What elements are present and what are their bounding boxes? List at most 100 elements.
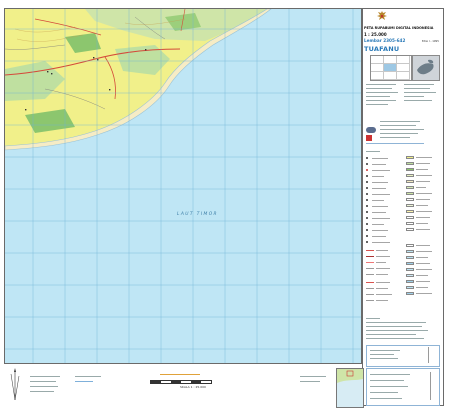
info-line <box>404 84 434 85</box>
reference-line <box>370 350 400 351</box>
legend-swatch <box>406 162 414 165</box>
legend-symbol <box>366 163 368 165</box>
legend-swatch <box>406 268 414 271</box>
legend-swatch <box>406 250 414 253</box>
declination-icon <box>430 372 431 400</box>
info-line <box>366 96 390 97</box>
reference-line <box>370 354 394 355</box>
legend-entry <box>416 287 428 288</box>
map-sheet: LAUT TIMOR PETA RUPABUMI DIGITAL INDONES… <box>0 0 450 411</box>
margin-text-line <box>75 381 93 382</box>
legend-entry <box>372 194 390 195</box>
series-title: PETA RUPABUMI DIGITAL INDONESIA <box>364 26 434 30</box>
legend-entry <box>372 224 384 225</box>
legend-entry <box>416 193 432 194</box>
legend-track-symbol <box>366 294 374 295</box>
legend-entry <box>416 275 428 276</box>
info-line <box>404 100 432 101</box>
legend-swatch <box>406 216 414 219</box>
reference-line <box>370 386 408 387</box>
margin-text-line <box>75 376 101 377</box>
legend-symbol <box>366 229 368 231</box>
scale-title: 1 : 25.000 <box>364 32 387 37</box>
legend-swatch <box>406 168 414 171</box>
legend-entry <box>372 158 388 159</box>
sheet-index-grid <box>370 55 412 81</box>
legend-entry <box>416 181 430 182</box>
legend-heading <box>366 151 380 152</box>
legend-entry <box>416 175 432 176</box>
legend-symbol <box>366 169 368 171</box>
notes-heading <box>366 318 380 319</box>
legend-entry <box>372 218 390 219</box>
main-map[interactable]: LAUT TIMOR <box>4 8 362 364</box>
legend-entry <box>376 294 392 295</box>
legend-entry <box>372 200 384 201</box>
legend-entry <box>372 182 388 183</box>
note-line <box>366 322 426 323</box>
legend-entry <box>372 206 388 207</box>
legend-entry <box>376 256 390 257</box>
legend-swatch <box>406 210 414 213</box>
reference-line <box>370 374 410 375</box>
legend-track-symbol <box>366 268 374 269</box>
legend-swatch <box>406 222 414 225</box>
legend-entry <box>416 245 430 246</box>
legend-entry <box>372 188 386 189</box>
legend-road-symbol <box>366 256 374 257</box>
agency-logo-icon <box>366 127 376 133</box>
legend-entry <box>376 262 386 263</box>
legend-symbol <box>366 157 368 159</box>
legend-swatch <box>406 244 414 247</box>
margin-text-line <box>160 374 200 375</box>
reference-line <box>370 392 398 393</box>
info-line <box>380 133 418 134</box>
info-line <box>404 96 424 97</box>
info-line <box>380 137 410 138</box>
legend-entry <box>372 176 384 177</box>
legend-symbol <box>366 193 368 195</box>
scale-bar <box>150 380 212 384</box>
legend-symbol <box>366 187 368 189</box>
location-inset-map <box>336 368 364 408</box>
legend-entry <box>376 282 390 283</box>
legend-entry <box>372 230 388 231</box>
legend-swatch <box>406 192 414 195</box>
margin-text-line <box>30 391 54 392</box>
legend-swatch <box>406 256 414 259</box>
legend-swatch <box>406 228 414 231</box>
info-line <box>366 104 388 105</box>
legend-entry <box>372 242 390 243</box>
legend-symbol <box>366 199 368 201</box>
legend-entry <box>416 251 432 252</box>
divider <box>366 143 424 144</box>
legend-entry <box>416 263 430 264</box>
note-line <box>366 334 416 335</box>
north-arrow-icon <box>428 347 429 363</box>
legend-road-symbol <box>366 250 374 251</box>
legend-symbol <box>366 175 368 177</box>
note-line <box>366 330 428 331</box>
indonesia-index-map <box>412 55 440 81</box>
info-line <box>404 88 430 89</box>
declination-diagram-icon <box>10 368 20 401</box>
reference-line <box>370 398 402 399</box>
legend-entry <box>372 212 386 213</box>
legend-swatch <box>406 292 414 295</box>
legend-entry <box>372 164 386 165</box>
legend-entry <box>376 250 388 251</box>
sea-label: LAUT TIMOR <box>177 212 219 217</box>
info-line <box>380 121 420 122</box>
info-line <box>366 88 392 89</box>
legend-entry <box>416 293 432 294</box>
legend-entry <box>416 199 430 200</box>
legend-swatch <box>406 156 414 159</box>
info-line <box>380 129 424 130</box>
legend-symbol <box>366 211 368 213</box>
legend-symbol <box>366 181 368 183</box>
margin-text-line <box>30 386 58 387</box>
legend-entry <box>376 288 388 289</box>
legend-entry <box>416 229 430 230</box>
legend-swatch <box>406 280 414 283</box>
note-line <box>366 326 422 327</box>
